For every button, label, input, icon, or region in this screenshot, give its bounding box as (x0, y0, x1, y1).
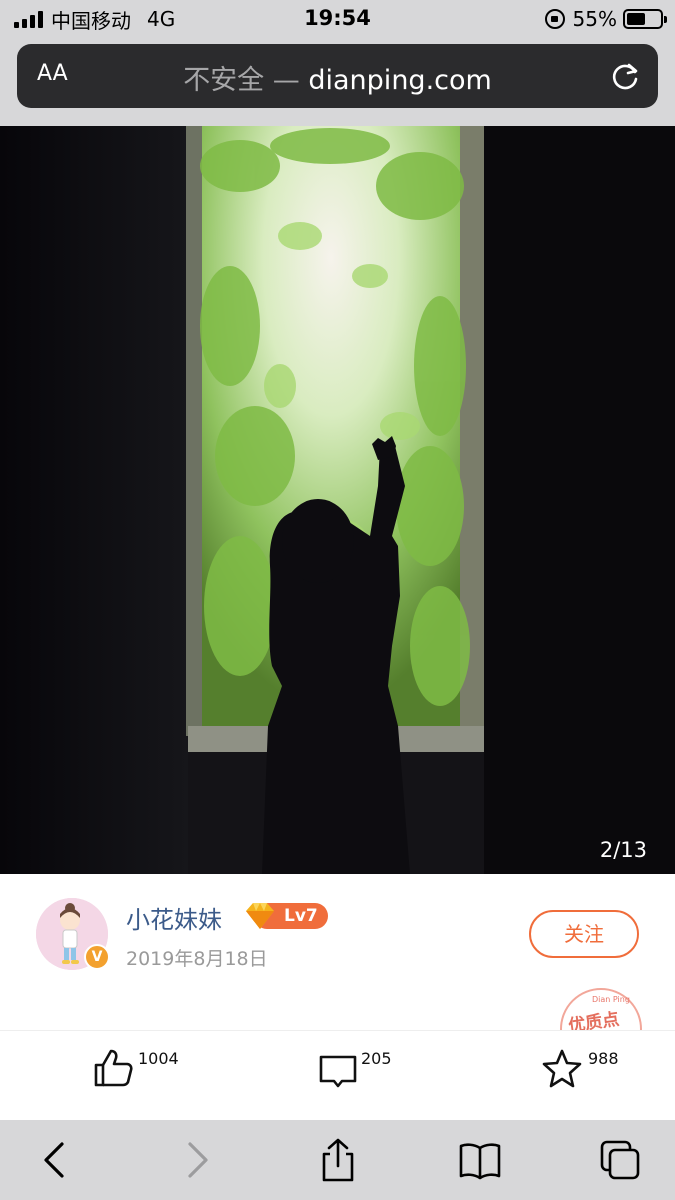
battery-icon (623, 9, 667, 29)
browser-top-chrome: AA 不安全 — dianping.com (0, 40, 675, 126)
comment-icon (319, 1055, 357, 1088)
url-display[interactable]: 不安全 — dianping.com (17, 58, 658, 97)
thumbs-up-icon (94, 1049, 133, 1087)
url-domain: dianping.com (308, 65, 492, 96)
back-icon[interactable] (34, 1138, 78, 1182)
photo-counter: 2/13 (599, 838, 647, 862)
comment-button[interactable]: 205 (318, 1047, 392, 1093)
tabs-icon[interactable] (598, 1138, 642, 1182)
share-icon[interactable] (316, 1138, 360, 1182)
reload-icon[interactable] (610, 60, 642, 92)
author-name[interactable]: 小花妹妹 (126, 900, 222, 935)
battery-percent: 55% (572, 7, 617, 31)
author-card: V 小花妹妹 Lv7 2019年8月18日 关注 Dian Ping 优质点 (0, 874, 675, 1070)
avatar[interactable]: V (36, 898, 110, 970)
insecure-label: 不安全 — (183, 65, 300, 96)
browser-toolbar (0, 1120, 675, 1200)
forward-icon[interactable] (174, 1138, 218, 1182)
diamond-icon (246, 903, 274, 929)
orientation-lock-icon (544, 9, 565, 29)
bookmarks-icon[interactable] (458, 1138, 502, 1182)
photo-image (0, 126, 675, 874)
favorite-button[interactable]: 988 (541, 1047, 619, 1093)
post-date: 2019年8月18日 (126, 948, 268, 970)
follow-button[interactable]: 关注 (529, 910, 639, 958)
address-bar[interactable]: AA 不安全 — dianping.com (17, 44, 658, 108)
stamp-top-text: Dian Ping (592, 995, 630, 1004)
comment-count: 205 (361, 1049, 392, 1068)
star-icon (542, 1049, 582, 1088)
status-bar: 中国移动 4G 19:54 55% (0, 0, 675, 40)
photo-viewer[interactable]: 2/13 (0, 126, 675, 874)
level-badge: Lv7 (244, 901, 328, 931)
action-bar: 1004 205 988 (0, 1030, 675, 1120)
verified-badge-icon: V (84, 944, 110, 970)
favorite-count: 988 (588, 1049, 619, 1068)
like-button[interactable]: 1004 (92, 1047, 179, 1093)
like-count: 1004 (138, 1049, 179, 1068)
